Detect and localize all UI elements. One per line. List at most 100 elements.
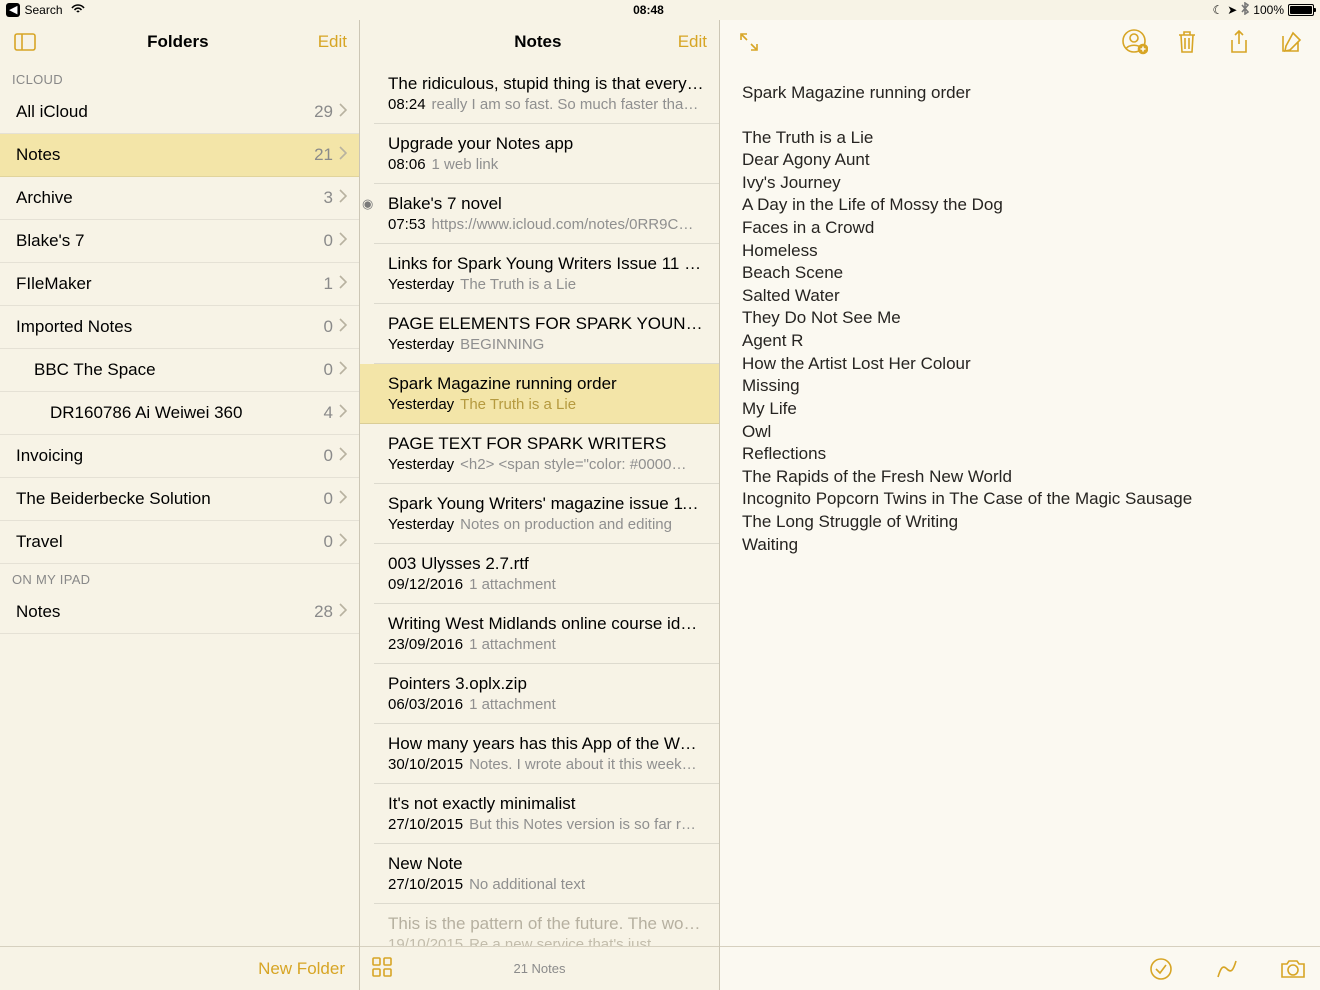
note-row[interactable]: This is the pattern of the future. The w… bbox=[374, 904, 719, 946]
note-row-meta: 09/12/20161 attachment bbox=[388, 576, 705, 593]
folder-section-label: ON MY IPAD bbox=[0, 564, 359, 591]
note-row-title: Writing West Midlands online course ide… bbox=[388, 614, 705, 634]
note-row-title: The ridiculous, stupid thing is that eve… bbox=[388, 74, 705, 94]
note-body-line: They Do Not See Me bbox=[742, 307, 1298, 330]
note-row-meta: Yesterday<h2> <span style="color: #0000… bbox=[388, 456, 705, 473]
notes-title: Notes bbox=[398, 32, 678, 52]
folder-row[interactable]: Imported Notes 0 bbox=[0, 306, 359, 349]
note-row[interactable]: How many years has this App of the We… 3… bbox=[374, 724, 719, 784]
folder-count: 0 bbox=[324, 360, 333, 380]
folders-edit-button[interactable]: Edit bbox=[318, 32, 347, 52]
folder-row[interactable]: Notes 21 bbox=[0, 134, 359, 177]
folder-row[interactable]: Archive 3 bbox=[0, 177, 359, 220]
folder-row[interactable]: FIleMaker 1 bbox=[0, 263, 359, 306]
note-body-line: Agent R bbox=[742, 330, 1298, 353]
back-to-app-label[interactable]: Search bbox=[24, 3, 62, 17]
folder-name: All iCloud bbox=[16, 102, 314, 122]
add-person-icon[interactable] bbox=[1122, 29, 1148, 55]
chevron-right-icon bbox=[339, 360, 347, 380]
note-row-meta: YesterdayThe Truth is a Lie bbox=[388, 276, 705, 293]
note-row-title: New Note bbox=[388, 854, 705, 874]
note-row-meta: 06/03/20161 attachment bbox=[388, 696, 705, 713]
note-row[interactable]: Spark Young Writers' magazine issue 11… … bbox=[374, 484, 719, 544]
note-row[interactable]: PAGE TEXT FOR SPARK WRITERS Yesterday<h2… bbox=[374, 424, 719, 484]
back-to-app-icon[interactable]: ◀ bbox=[6, 3, 20, 17]
note-body-line: Waiting bbox=[742, 534, 1298, 557]
note-row[interactable]: Writing West Midlands online course ide…… bbox=[374, 604, 719, 664]
note-row-title: PAGE ELEMENTS FOR SPARK YOUNG… bbox=[388, 314, 705, 334]
note-row[interactable]: New Note 27/10/2015No additional text bbox=[374, 844, 719, 904]
note-body-line: Reflections bbox=[742, 443, 1298, 466]
folders-column: Folders Edit ICLOUDAll iCloud 29 Notes 2… bbox=[0, 20, 360, 990]
folder-count: 21 bbox=[314, 145, 333, 165]
note-body-line: Homeless bbox=[742, 240, 1298, 263]
note-row[interactable]: ◉ Blake's 7 novel 07:53https://www.iclou… bbox=[374, 184, 719, 244]
note-row-title: How many years has this App of the We… bbox=[388, 734, 705, 754]
chevron-right-icon bbox=[339, 231, 347, 251]
notes-edit-button[interactable]: Edit bbox=[678, 32, 707, 52]
note-row[interactable]: Pointers 3.oplx.zip 06/03/20161 attachme… bbox=[374, 664, 719, 724]
share-icon[interactable] bbox=[1226, 29, 1252, 55]
folder-row[interactable]: DR160786 Ai Weiwei 360 4 bbox=[0, 392, 359, 435]
note-row[interactable]: It's not exactly minimalist 27/10/2015Bu… bbox=[374, 784, 719, 844]
folder-name: Invoicing bbox=[16, 446, 324, 466]
folder-name: Archive bbox=[16, 188, 324, 208]
shared-icon: ◉ bbox=[362, 196, 373, 212]
folder-count: 29 bbox=[314, 102, 333, 122]
folder-count: 3 bbox=[324, 188, 333, 208]
note-row[interactable]: PAGE ELEMENTS FOR SPARK YOUNG… Yesterday… bbox=[374, 304, 719, 364]
folder-row[interactable]: BBC The Space 0 bbox=[0, 349, 359, 392]
folder-row[interactable]: Notes 28 bbox=[0, 591, 359, 634]
note-editor-column: Spark Magazine running order The Truth i… bbox=[720, 20, 1320, 990]
chevron-right-icon bbox=[339, 317, 347, 337]
note-row-meta: 30/10/2015Notes. I wrote about it this w… bbox=[388, 756, 705, 773]
folder-count: 1 bbox=[324, 274, 333, 294]
note-row[interactable]: Links for Spark Young Writers Issue 11 p… bbox=[374, 244, 719, 304]
camera-icon[interactable] bbox=[1280, 956, 1306, 982]
note-body-line: Owl bbox=[742, 421, 1298, 444]
sidebar-toggle-icon[interactable] bbox=[12, 29, 38, 55]
folder-row[interactable]: Blake's 7 0 bbox=[0, 220, 359, 263]
note-row[interactable]: 003 Ulysses 2.7.rtf 09/12/20161 attachme… bbox=[374, 544, 719, 604]
note-body-line: The Truth is a Lie bbox=[742, 127, 1298, 150]
note-body-line: The Long Struggle of Writing bbox=[742, 511, 1298, 534]
folder-row[interactable]: Travel 0 bbox=[0, 521, 359, 564]
new-folder-button[interactable]: New Folder bbox=[258, 959, 345, 979]
note-row-meta: 27/10/2015No additional text bbox=[388, 876, 705, 893]
note-row-meta: 23/09/20161 attachment bbox=[388, 636, 705, 653]
expand-icon[interactable] bbox=[736, 29, 762, 55]
checklist-icon[interactable] bbox=[1148, 956, 1174, 982]
folder-row[interactable]: Invoicing 0 bbox=[0, 435, 359, 478]
chevron-right-icon bbox=[339, 446, 347, 466]
chevron-right-icon bbox=[339, 403, 347, 423]
folder-section-label: ICLOUD bbox=[0, 64, 359, 91]
compose-icon[interactable] bbox=[1278, 29, 1304, 55]
attachments-grid-icon[interactable] bbox=[372, 957, 392, 980]
folders-title: Folders bbox=[38, 32, 318, 52]
note-body-line: A Day in the Life of Mossy the Dog bbox=[742, 194, 1298, 217]
note-body-line: Missing bbox=[742, 375, 1298, 398]
note-row-title: It's not exactly minimalist bbox=[388, 794, 705, 814]
sketch-icon[interactable] bbox=[1214, 956, 1240, 982]
status-time: 08:48 bbox=[85, 3, 1213, 17]
trash-icon[interactable] bbox=[1174, 29, 1200, 55]
note-row-title: PAGE TEXT FOR SPARK WRITERS bbox=[388, 434, 705, 454]
note-row-meta: 19/10/2015Re a new service that's just… bbox=[388, 936, 705, 946]
note-row[interactable]: The ridiculous, stupid thing is that eve… bbox=[374, 64, 719, 124]
note-body-line: Dear Agony Aunt bbox=[742, 149, 1298, 172]
chevron-right-icon bbox=[339, 188, 347, 208]
note-row-meta: YesterdayBEGINNING bbox=[388, 336, 705, 353]
note-body-line: Ivy's Journey bbox=[742, 172, 1298, 195]
chevron-right-icon bbox=[339, 602, 347, 622]
folder-name: DR160786 Ai Weiwei 360 bbox=[50, 403, 324, 423]
note-row-meta: 07:53https://www.icloud.com/notes/0RR9C… bbox=[388, 216, 705, 233]
folder-count: 0 bbox=[324, 532, 333, 552]
note-body-line: How the Artist Lost Her Colour bbox=[742, 353, 1298, 376]
note-row[interactable]: Spark Magazine running order YesterdayTh… bbox=[360, 364, 719, 424]
folder-row[interactable]: All iCloud 29 bbox=[0, 91, 359, 134]
note-editor-body[interactable]: Spark Magazine running order The Truth i… bbox=[720, 64, 1320, 946]
note-row-meta: 27/10/2015But this Notes version is so f… bbox=[388, 816, 705, 833]
folder-row[interactable]: The Beiderbecke Solution 0 bbox=[0, 478, 359, 521]
battery-icon bbox=[1288, 4, 1314, 16]
note-row[interactable]: Upgrade your Notes app 08:061 web link bbox=[374, 124, 719, 184]
